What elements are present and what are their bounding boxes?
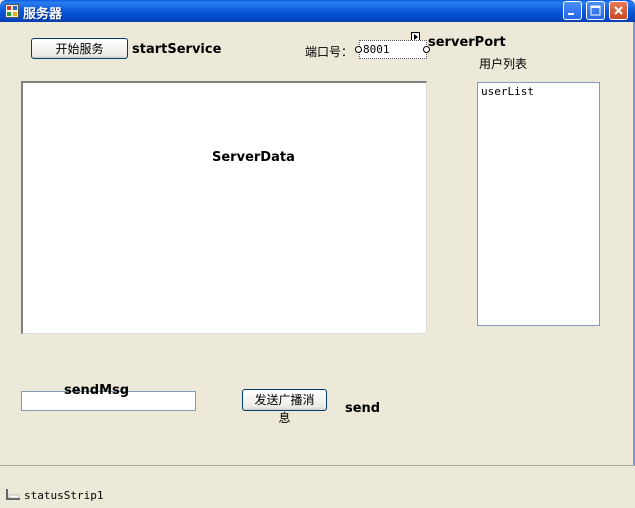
server-port-name-label: serverPort bbox=[428, 35, 506, 50]
user-list-box[interactable]: userList bbox=[477, 82, 600, 326]
close-button[interactable] bbox=[609, 1, 628, 20]
status-strip-icon bbox=[6, 489, 20, 500]
send-msg-name-label: sendMsg bbox=[64, 383, 130, 398]
port-input[interactable]: 8001 bbox=[359, 40, 427, 59]
title-bar[interactable]: 服务器 bbox=[0, 0, 635, 22]
minimize-button[interactable] bbox=[563, 1, 582, 20]
maximize-button[interactable] bbox=[586, 1, 605, 20]
send-name-label: send bbox=[345, 401, 381, 416]
user-list-label: 用户列表 bbox=[479, 57, 528, 71]
window-title: 服务器 bbox=[23, 7, 63, 22]
app-icon bbox=[5, 4, 19, 18]
user-list-name-label: userList bbox=[481, 85, 534, 98]
broadcast-button[interactable]: 发送广播消息 bbox=[242, 389, 327, 425]
server-data-name-label: ServerData bbox=[212, 150, 295, 165]
maximize-icon bbox=[590, 5, 601, 16]
server-data-textarea[interactable] bbox=[21, 81, 427, 334]
minimize-icon bbox=[568, 13, 574, 15]
start-service-button[interactable]: 开始服务 bbox=[31, 38, 128, 59]
close-icon bbox=[614, 6, 623, 15]
status-strip-name: statusStrip1 bbox=[24, 489, 104, 502]
start-service-name-label: startService bbox=[132, 42, 222, 57]
resize-handle-left[interactable] bbox=[355, 46, 362, 53]
port-label: 端口号： bbox=[305, 45, 354, 59]
